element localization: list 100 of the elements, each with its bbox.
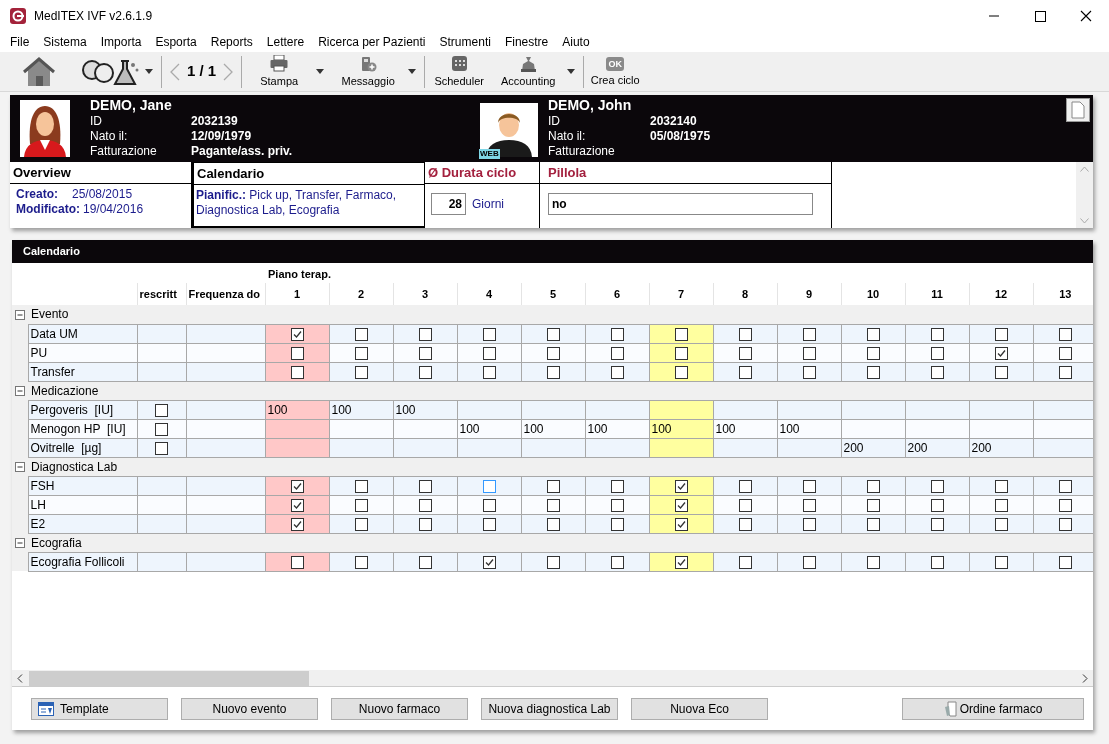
checkbox[interactable] [1058,555,1072,569]
checkbox[interactable] [290,498,304,512]
action-button[interactable]: Nuovo farmaco [331,698,468,720]
checkbox[interactable] [802,517,816,531]
checkbox[interactable] [674,555,688,569]
checkbox[interactable] [1058,517,1072,531]
checkbox[interactable] [674,327,688,341]
menu-item[interactable]: Finestre [497,33,556,51]
checkbox[interactable] [802,327,816,341]
checkbox[interactable] [866,346,880,360]
checkbox[interactable] [738,365,752,379]
checkbox[interactable] [866,517,880,531]
checkbox[interactable] [354,327,368,341]
checkbox[interactable] [994,365,1008,379]
action-button[interactable]: Ordine farmaco [902,698,1084,720]
checkbox[interactable] [738,498,752,512]
checkbox[interactable] [674,346,688,360]
checkbox[interactable] [738,555,752,569]
checkbox[interactable] [674,479,688,493]
checkbox[interactable] [930,555,944,569]
checkbox[interactable] [1058,327,1072,341]
checkbox[interactable] [610,479,624,493]
collapse-icon[interactable] [15,462,25,473]
checkbox[interactable] [994,555,1008,569]
checkbox[interactable] [482,479,496,493]
checkbox[interactable] [290,365,304,379]
checkbox[interactable] [930,346,944,360]
checkbox[interactable] [738,517,752,531]
checkbox[interactable] [802,346,816,360]
menu-item[interactable]: File [3,33,37,51]
toolbar-button[interactable]: Scheduler [429,53,490,90]
checkbox[interactable] [930,327,944,341]
checkbox[interactable] [546,327,560,341]
action-button[interactable]: Template [31,698,168,720]
checkbox[interactable] [610,346,624,360]
checkbox[interactable] [994,479,1008,493]
cycle-length-field[interactable]: 28 [431,193,466,215]
checkbox[interactable] [290,479,304,493]
checkbox[interactable] [546,555,560,569]
toolbar-button[interactable]: Stampa [248,53,311,90]
checkbox[interactable] [155,441,168,455]
checkbox[interactable] [866,555,880,569]
checkbox[interactable] [418,346,432,360]
checkbox[interactable] [1058,346,1072,360]
checkbox[interactable] [418,365,432,379]
checkbox[interactable] [155,422,168,436]
checkbox[interactable] [610,498,624,512]
pill-field[interactable]: no [548,193,813,215]
checkbox[interactable] [482,517,496,531]
checkbox[interactable] [802,498,816,512]
menu-item[interactable]: Aiuto [555,33,597,51]
checkbox[interactable] [994,517,1008,531]
checkbox[interactable] [1058,365,1072,379]
checkbox[interactable] [994,327,1008,341]
checkbox[interactable] [418,327,432,341]
checkbox[interactable] [994,346,1008,360]
checkbox[interactable] [802,479,816,493]
checkbox[interactable] [418,517,432,531]
checkbox[interactable] [1058,479,1072,493]
menu-item[interactable]: Esporta [148,33,204,51]
checkbox[interactable] [482,327,496,341]
checkbox[interactable] [738,479,752,493]
checkbox[interactable] [610,365,624,379]
checkbox[interactable] [354,517,368,531]
checkbox[interactable] [994,498,1008,512]
menu-item[interactable]: Lettere [259,33,312,51]
checkbox[interactable] [930,517,944,531]
checkbox[interactable] [546,365,560,379]
checkbox[interactable] [354,498,368,512]
checkbox[interactable] [738,346,752,360]
collapse-icon[interactable] [15,386,25,397]
checkbox[interactable] [290,327,304,341]
checkbox[interactable] [354,346,368,360]
checkbox[interactable] [866,365,880,379]
checkbox[interactable] [930,498,944,512]
toolbar-button[interactable]: Messaggio [334,53,403,90]
checkbox[interactable] [866,498,880,512]
toolbar-button[interactable]: Accounting [495,53,562,90]
checkbox[interactable] [866,327,880,341]
checkbox[interactable] [290,346,304,360]
checkbox[interactable] [546,479,560,493]
collapse-icon[interactable] [15,538,25,549]
house-icon[interactable] [22,55,56,88]
menu-item[interactable]: Sistema [36,33,94,51]
checkbox[interactable] [418,498,432,512]
action-button[interactable]: Nuova diagnostica Lab [481,698,618,720]
checkbox[interactable] [482,346,496,360]
checkbox[interactable] [802,555,816,569]
scrollbar-thumb[interactable] [29,670,309,686]
checkbox[interactable] [354,479,368,493]
checkbox[interactable] [930,365,944,379]
caret-icon[interactable] [408,69,417,74]
checkbox[interactable] [738,327,752,341]
checkbox[interactable] [546,517,560,531]
action-button[interactable]: Nuova Eco [631,698,768,720]
action-button[interactable]: Nuovo evento [181,698,318,720]
checkbox[interactable] [354,555,368,569]
checkbox[interactable] [546,498,560,512]
caret-icon[interactable] [145,69,153,74]
checkbox[interactable] [866,479,880,493]
